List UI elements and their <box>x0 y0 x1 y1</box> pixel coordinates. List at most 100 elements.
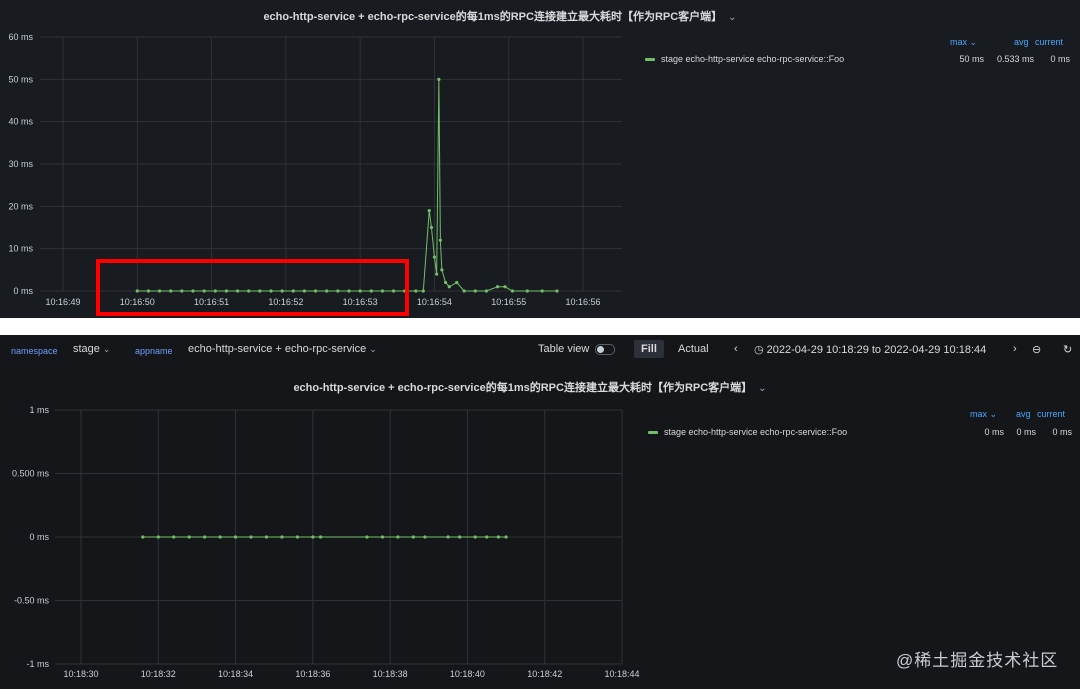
data-point[interactable] <box>447 285 451 289</box>
legend-series-name: stage echo-http-service echo-rpc-service… <box>661 54 845 64</box>
namespace-label: namespace <box>11 346 58 356</box>
toggle-switch[interactable] <box>595 343 616 355</box>
y-tick-label: 0.500 ms <box>12 469 50 479</box>
data-point[interactable] <box>455 280 459 285</box>
bottom-graph-panel: echo-http-service + echo-rpc-service的每1m… <box>0 365 1080 689</box>
legend-series[interactable]: stage echo-http-service echo-rpc-service… <box>648 427 847 437</box>
legend-current-value: 0 ms <box>1050 54 1070 64</box>
legend-header-max[interactable]: max ⌄ <box>950 37 977 48</box>
bottom-latency-chart: 1 ms 0.500 ms 0 ms -0.50 ms -1 ms 10:18:30 10:… <box>12 405 640 679</box>
x-tick-label: 10:18:32 <box>141 669 176 679</box>
data-point[interactable] <box>203 535 207 539</box>
refresh-icon[interactable]: ↻ <box>1063 343 1072 356</box>
data-point[interactable] <box>380 535 385 539</box>
highlight-annotation-box <box>96 259 409 316</box>
y-tick-label: -0.50 ms <box>14 596 50 606</box>
data-point[interactable] <box>172 535 176 539</box>
y-tick-label: 50 ms <box>8 74 33 84</box>
data-point[interactable] <box>555 289 559 293</box>
data-point[interactable] <box>429 225 434 230</box>
x-tick-label: 10:18:42 <box>527 669 562 679</box>
data-point[interactable] <box>473 535 477 539</box>
data-point[interactable] <box>218 535 222 539</box>
data-point[interactable] <box>510 289 515 293</box>
data-point[interactable] <box>414 289 418 293</box>
legend-header-avg[interactable]: avg <box>1016 409 1031 419</box>
data-point[interactable] <box>438 238 442 242</box>
watermark: @稀土掘金技术社区 <box>896 651 1059 670</box>
data-point[interactable] <box>496 535 500 539</box>
data-point[interactable] <box>437 77 441 81</box>
y-tick-label: 0 ms <box>29 532 49 542</box>
table-view-toggle[interactable]: Table view <box>538 343 616 355</box>
data-point[interactable] <box>484 289 489 293</box>
data-point[interactable] <box>365 535 369 539</box>
data-point[interactable] <box>423 535 427 539</box>
actual-button[interactable]: Actual <box>678 343 709 355</box>
chevron-right-icon[interactable]: › <box>1013 343 1017 355</box>
data-point[interactable] <box>187 535 191 539</box>
data-point[interactable] <box>495 285 500 289</box>
data-point[interactable] <box>280 535 284 539</box>
data-point[interactable] <box>443 280 448 285</box>
data-point[interactable] <box>318 535 323 539</box>
chevron-down-icon: ⌄ <box>369 344 377 354</box>
appname-label: appname <box>135 346 173 356</box>
data-point[interactable] <box>503 285 507 289</box>
y-tick-label: 1 ms <box>29 405 49 415</box>
legend-header-max[interactable]: max ⌄ <box>970 409 997 420</box>
x-tick-label: 10:18:40 <box>450 669 485 679</box>
data-point[interactable] <box>421 289 425 293</box>
x-tick-label: 10:16:54 <box>417 297 452 307</box>
data-point[interactable] <box>440 268 444 272</box>
time-range-picker[interactable]: ◷ 2022-04-29 10:18:29 to 2022-04-29 10:1… <box>754 343 986 356</box>
appname-select[interactable]: echo-http-service + echo-rpc-service ⌄ <box>188 343 377 355</box>
x-tick-label: 10:18:38 <box>373 669 408 679</box>
data-point[interactable] <box>249 535 253 539</box>
data-point[interactable] <box>411 535 415 539</box>
data-point[interactable] <box>458 535 462 539</box>
data-point[interactable] <box>435 272 439 276</box>
data-point[interactable] <box>525 289 529 293</box>
y-tick-label: -1 ms <box>27 659 50 669</box>
x-tick-label: 10:16:49 <box>45 297 80 307</box>
clock-icon: ◷ <box>754 344 764 356</box>
legend-header-current[interactable]: current <box>1037 409 1065 419</box>
legend-header-avg[interactable]: avg <box>1014 37 1029 47</box>
data-point[interactable] <box>473 289 477 293</box>
data-point[interactable] <box>432 255 437 259</box>
data-point[interactable] <box>396 535 400 539</box>
zoom-out-icon[interactable]: ⊖ <box>1032 343 1041 356</box>
y-tick-label: 0 ms <box>13 286 33 296</box>
sort-desc-icon: ⌄ <box>989 409 998 419</box>
namespace-select[interactable]: stage ⌄ <box>73 343 110 355</box>
data-point[interactable] <box>233 535 238 539</box>
data-point[interactable] <box>504 535 508 539</box>
data-point[interactable] <box>156 535 160 539</box>
x-tick-label: 10:18:34 <box>218 669 253 679</box>
legend-current-value: 0 ms <box>1052 427 1072 437</box>
legend-series-name: stage echo-http-service echo-rpc-service… <box>664 427 848 437</box>
y-tick-label: 20 ms <box>8 201 33 211</box>
x-tick-label: 10:18:30 <box>63 669 98 679</box>
data-point[interactable] <box>462 289 466 293</box>
data-point[interactable] <box>485 535 489 539</box>
data-point[interactable] <box>264 535 269 539</box>
data-point[interactable] <box>295 535 299 539</box>
y-tick-label: 30 ms <box>8 159 33 169</box>
data-point[interactable] <box>427 208 431 213</box>
y-tick-label: 60 ms <box>8 32 33 42</box>
legend-series[interactable]: stage echo-http-service echo-rpc-service… <box>645 54 844 64</box>
y-tick-label: 10 ms <box>8 244 33 254</box>
legend-max-value: 50 ms <box>959 54 984 64</box>
data-point[interactable] <box>311 535 315 539</box>
data-point[interactable] <box>446 535 450 539</box>
legend-header-current[interactable]: current <box>1035 37 1063 47</box>
fill-button[interactable]: Fill <box>634 340 664 358</box>
series-color-swatch <box>648 431 658 435</box>
data-point[interactable] <box>540 289 544 293</box>
chevron-left-icon[interactable]: ‹ <box>734 343 738 355</box>
series-color-swatch <box>645 58 655 62</box>
data-point[interactable] <box>141 535 145 539</box>
x-tick-label: 10:16:56 <box>565 297 600 307</box>
